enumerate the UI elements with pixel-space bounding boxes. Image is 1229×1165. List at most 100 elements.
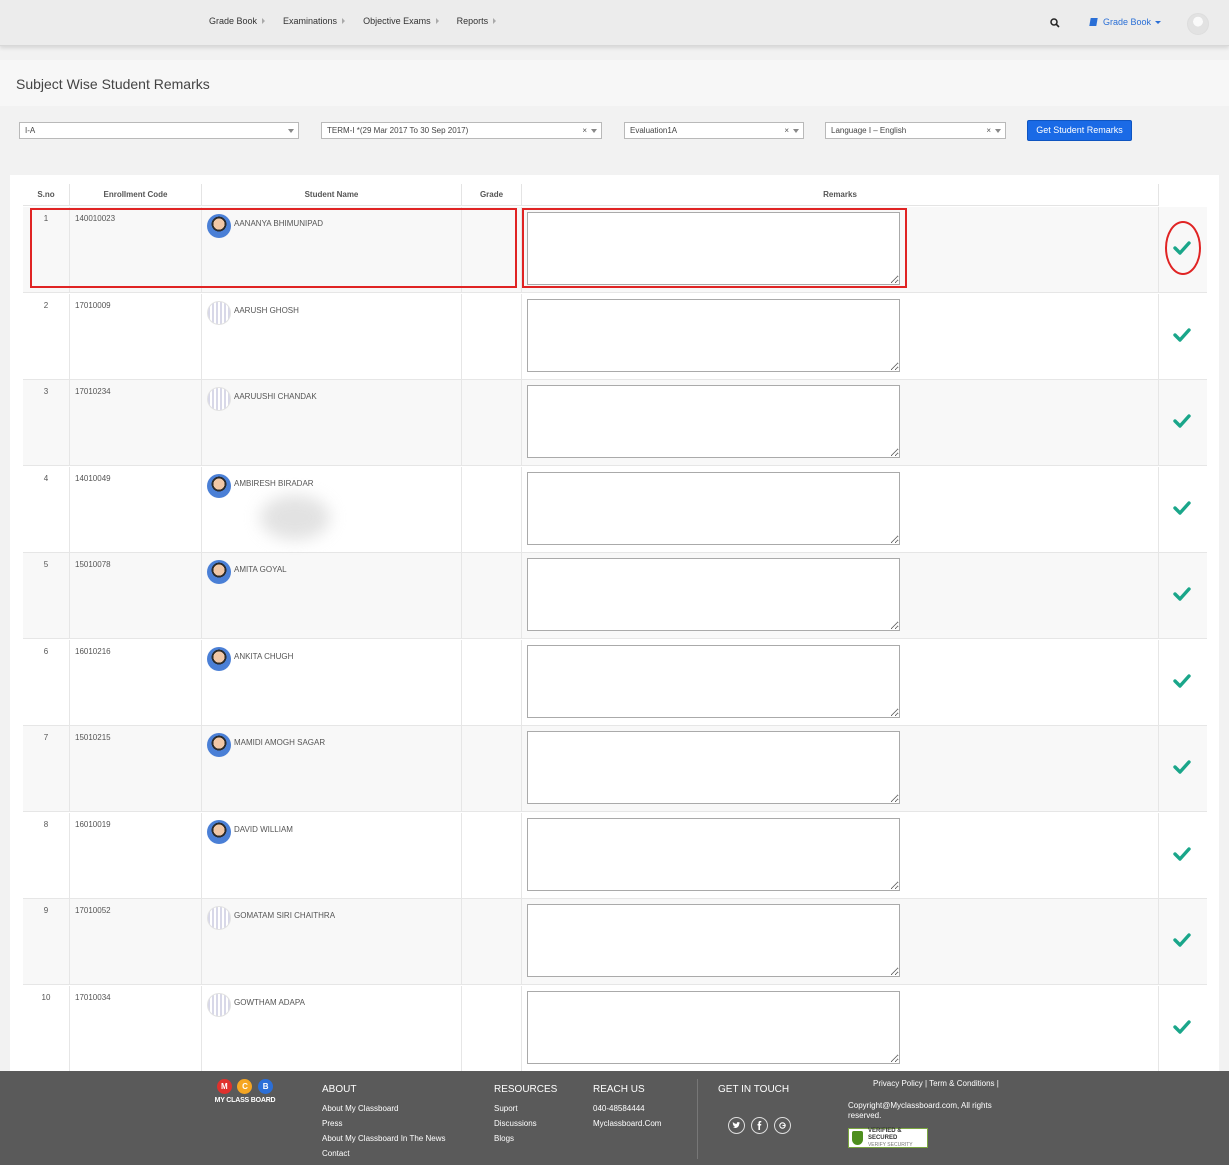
student-name: ANKITA CHUGH <box>234 651 294 661</box>
footer-website-link[interactable]: Myclassboard.Com <box>593 1116 661 1131</box>
caret-right-icon <box>493 18 497 24</box>
cell-sno: 2 <box>23 293 70 380</box>
logo: M C B MY CLASS BOARD <box>214 1079 276 1104</box>
search-icon[interactable] <box>1050 18 1060 28</box>
top-navbar: Grade Book Examinations Objective Exams … <box>0 0 1229 46</box>
student-avatar <box>207 819 231 844</box>
highlight-student-row <box>30 208 517 288</box>
student-avatar <box>207 300 231 325</box>
header-enrollment-code: Enrollment Code <box>70 184 202 206</box>
user-avatar[interactable] <box>1187 13 1209 35</box>
remarks-textarea[interactable] <box>527 644 900 718</box>
table-row: 10 17010034 GOWTHAM ADAPA <box>23 985 1207 1071</box>
footer: M C B MY CLASS BOARD ABOUT About My Clas… <box>0 1071 1229 1165</box>
cell-remarks <box>522 639 1159 726</box>
footer-link[interactable]: Press <box>322 1116 445 1131</box>
remarks-textarea[interactable] <box>527 904 900 977</box>
cell-sno: 3 <box>23 380 70 466</box>
student-name: GOMATAM SIRI CHAITHRA <box>234 911 336 920</box>
footer-phone: 040-48584444 <box>593 1104 645 1113</box>
footer-link[interactable]: Discussions <box>494 1116 557 1131</box>
cell-enrollment-code: 15010215 <box>70 726 202 812</box>
cell-student-name: AMBIRESH BIRADAR <box>202 466 462 553</box>
cell-sno: 6 <box>23 639 70 726</box>
student-name: AARUSH GHOSH <box>234 305 299 315</box>
term-select-value: TERM-I *(29 Mar 2017 To 30 Sep 2017) <box>327 126 469 135</box>
grade-book-dropdown[interactable]: Grade Book <box>1089 17 1162 27</box>
menu-reports[interactable]: Reports <box>457 16 497 26</box>
logo-text: MY CLASS BOARD <box>214 1097 276 1104</box>
cell-enrollment-code: 15010078 <box>70 553 202 639</box>
check-icon[interactable] <box>1173 327 1191 343</box>
get-student-remarks-button[interactable]: Get Student Remarks <box>1027 120 1132 141</box>
security-seal: VERIFIED & SECURED VERIFY SECURITY <box>848 1128 928 1148</box>
cell-grade <box>462 899 522 985</box>
check-icon[interactable] <box>1173 673 1191 689</box>
check-icon[interactable] <box>1173 1019 1191 1035</box>
footer-legal-links[interactable]: Privacy Policy | Term & Conditions | <box>873 1079 999 1088</box>
cell-remarks <box>522 380 1159 466</box>
cell-grade <box>462 812 522 899</box>
table-row: 4 14010049 AMBIRESH BIRADAR <box>23 466 1207 553</box>
check-icon[interactable] <box>1173 500 1191 516</box>
cell-enrollment-code: 17010234 <box>70 380 202 466</box>
cell-sno: 7 <box>23 726 70 812</box>
clear-icon[interactable]: × <box>582 126 587 136</box>
student-avatar <box>207 646 231 671</box>
table-row: 9 17010052 GOMATAM SIRI CHAITHRA <box>23 899 1207 985</box>
class-select-value: I-A <box>25 126 36 135</box>
menu-examinations[interactable]: Examinations <box>283 16 346 26</box>
footer-touch-title: GET IN TOUCH <box>718 1084 790 1095</box>
cell-student-name: MAMIDI AMOGH SAGAR <box>202 726 462 812</box>
remarks-textarea[interactable] <box>527 990 900 1064</box>
check-icon[interactable] <box>1173 413 1191 429</box>
footer-link[interactable]: Suport <box>494 1101 557 1116</box>
cell-remarks <box>522 726 1159 812</box>
check-icon[interactable] <box>1173 846 1191 862</box>
remarks-textarea[interactable] <box>527 298 900 372</box>
book-icon <box>1089 18 1098 26</box>
remarks-textarea[interactable] <box>527 731 900 804</box>
evaluation-select[interactable]: Evaluation1A × <box>624 122 804 139</box>
remarks-textarea[interactable] <box>527 817 900 891</box>
google-plus-icon[interactable] <box>774 1117 791 1134</box>
footer-link[interactable]: About My Classboard In The News <box>322 1131 445 1146</box>
footer-link[interactable]: About My Classboard <box>322 1101 445 1116</box>
student-avatar <box>207 906 231 930</box>
page-title: Subject Wise Student Remarks <box>16 76 210 92</box>
subject-select-value: Language I – English <box>831 126 907 135</box>
remarks-textarea[interactable] <box>527 471 900 545</box>
highlight-remarks-field <box>522 208 907 288</box>
twitter-icon[interactable] <box>728 1117 745 1134</box>
menu-objective-exams[interactable]: Objective Exams <box>363 16 439 26</box>
cell-remarks <box>522 812 1159 899</box>
facebook-icon[interactable] <box>751 1117 768 1134</box>
divider <box>697 1079 698 1159</box>
caret-right-icon <box>435 18 439 24</box>
footer-link[interactable]: Blogs <box>494 1131 557 1146</box>
cell-student-name: DAVID WILLIAM <box>202 812 462 899</box>
student-name: MAMIDI AMOGH SAGAR <box>234 738 326 747</box>
term-select[interactable]: TERM-I *(29 Mar 2017 To 30 Sep 2017) × <box>321 122 602 139</box>
remarks-textarea[interactable] <box>527 558 900 631</box>
class-select[interactable]: I-A <box>19 122 299 139</box>
table-row: 3 17010234 AARUUSHI CHANDAK <box>23 380 1207 466</box>
check-icon[interactable] <box>1173 759 1191 775</box>
clear-icon[interactable]: × <box>784 126 789 136</box>
cell-enrollment-code: 16010019 <box>70 812 202 899</box>
clear-icon[interactable]: × <box>986 126 991 136</box>
menu-grade-book[interactable]: Grade Book <box>209 16 266 26</box>
footer-link[interactable]: Contact <box>322 1146 445 1161</box>
header-student-name: Student Name <box>202 184 462 206</box>
student-avatar <box>207 560 231 584</box>
student-name: AARUUSHI CHANDAK <box>234 392 317 401</box>
check-icon[interactable] <box>1173 586 1191 602</box>
header-remarks: Remarks <box>522 184 1159 206</box>
check-icon[interactable] <box>1173 932 1191 948</box>
subject-select[interactable]: Language I – English × <box>825 122 1006 139</box>
footer-reach-title: REACH US <box>593 1084 645 1095</box>
remarks-textarea[interactable] <box>527 385 900 458</box>
table-row: 8 16010019 DAVID WILLIAM <box>23 812 1207 899</box>
student-avatar <box>207 733 231 757</box>
table-row: 5 15010078 AMITA GOYAL <box>23 553 1207 639</box>
